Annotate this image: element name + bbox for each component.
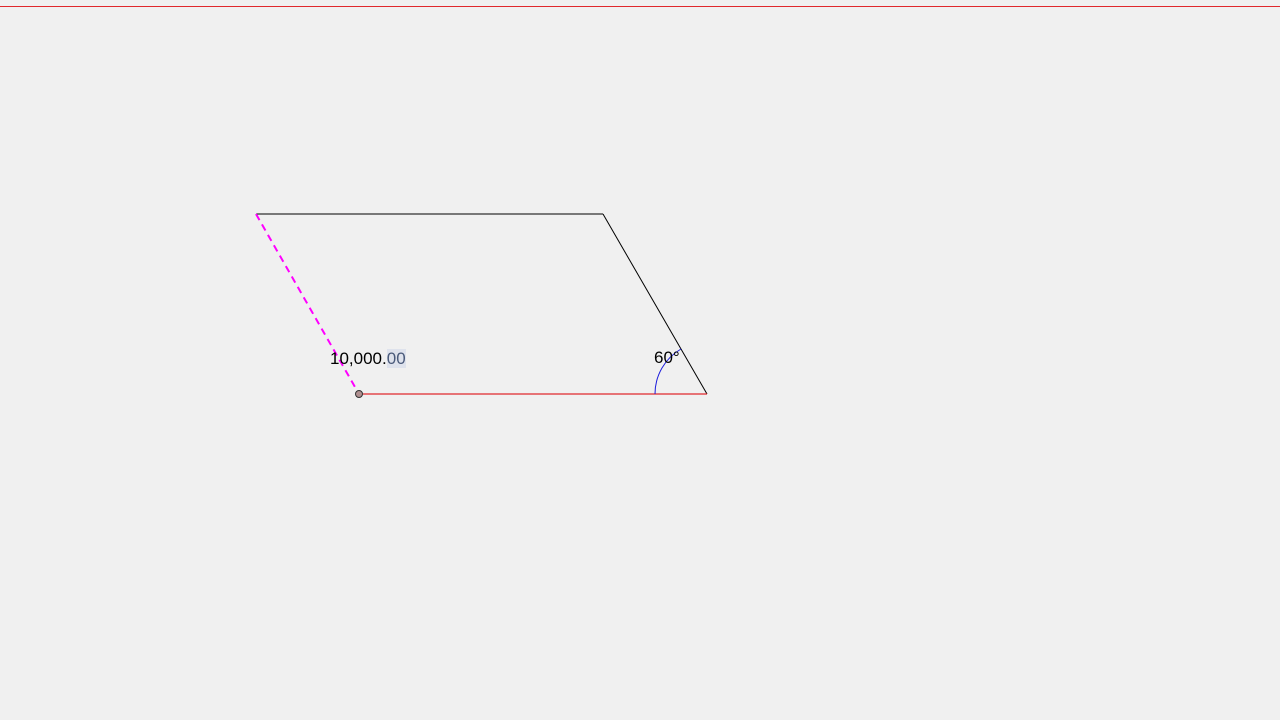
angle-value: 60 — [654, 348, 673, 367]
length-label[interactable]: 10,000.00 — [330, 349, 406, 369]
anchor-point[interactable] — [355, 390, 363, 398]
angle-label: 60° — [654, 348, 680, 368]
length-decimal-part: 00 — [386, 349, 406, 368]
angle-unit: ° — [672, 348, 680, 367]
length-integer-part: 10,000. — [330, 349, 387, 368]
drawing-canvas[interactable] — [0, 0, 1280, 720]
